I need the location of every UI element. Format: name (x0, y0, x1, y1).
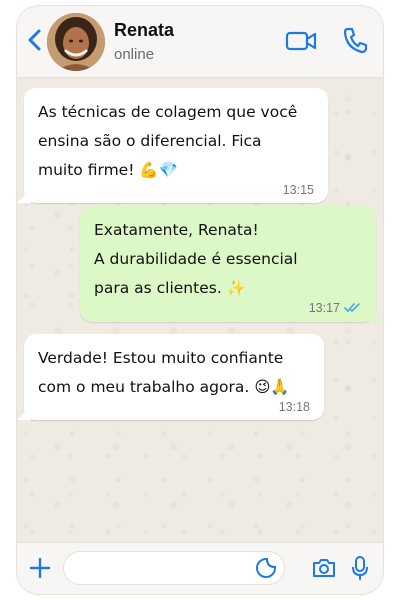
message-bubble-outgoing[interactable]: Exatamente, Renata! A durabilidade é ess… (80, 206, 383, 322)
message-bubble-incoming[interactable]: Verdade! Estou muito confiante com o meu… (17, 334, 324, 420)
message-time: 13:17 (308, 301, 340, 315)
plus-icon[interactable] (29, 557, 51, 579)
contact-name[interactable]: Renata (114, 20, 174, 41)
message-text: Exatamente, Renata! A durabilidade é ess… (94, 221, 298, 297)
camera-icon[interactable] (311, 557, 337, 579)
message-time: 13:15 (282, 183, 314, 197)
message-text: As técnicas de colagem que você ensina s… (38, 103, 298, 179)
message-time: 13:18 (278, 400, 310, 414)
video-camera-icon[interactable] (285, 30, 317, 52)
sticker-icon[interactable] (255, 557, 277, 579)
chevron-left-icon[interactable] (25, 28, 45, 52)
avatar[interactable] (47, 13, 105, 71)
message-input[interactable] (64, 552, 244, 584)
chat-window: Renata online As técnicas de colagem que… (17, 6, 383, 594)
message-text: Verdade! Estou muito confiante com o meu… (38, 349, 290, 396)
message-input-container[interactable] (63, 551, 285, 585)
message-bubble-incoming[interactable]: As técnicas de colagem que você ensina s… (17, 88, 328, 203)
chat-header: Renata online (17, 6, 383, 78)
message-meta: 13:17 (94, 301, 362, 316)
microphone-icon[interactable] (351, 555, 369, 581)
double-check-icon (344, 302, 362, 316)
composer-bar (17, 542, 383, 594)
contact-status: online (114, 46, 155, 63)
phone-icon[interactable] (342, 26, 368, 54)
